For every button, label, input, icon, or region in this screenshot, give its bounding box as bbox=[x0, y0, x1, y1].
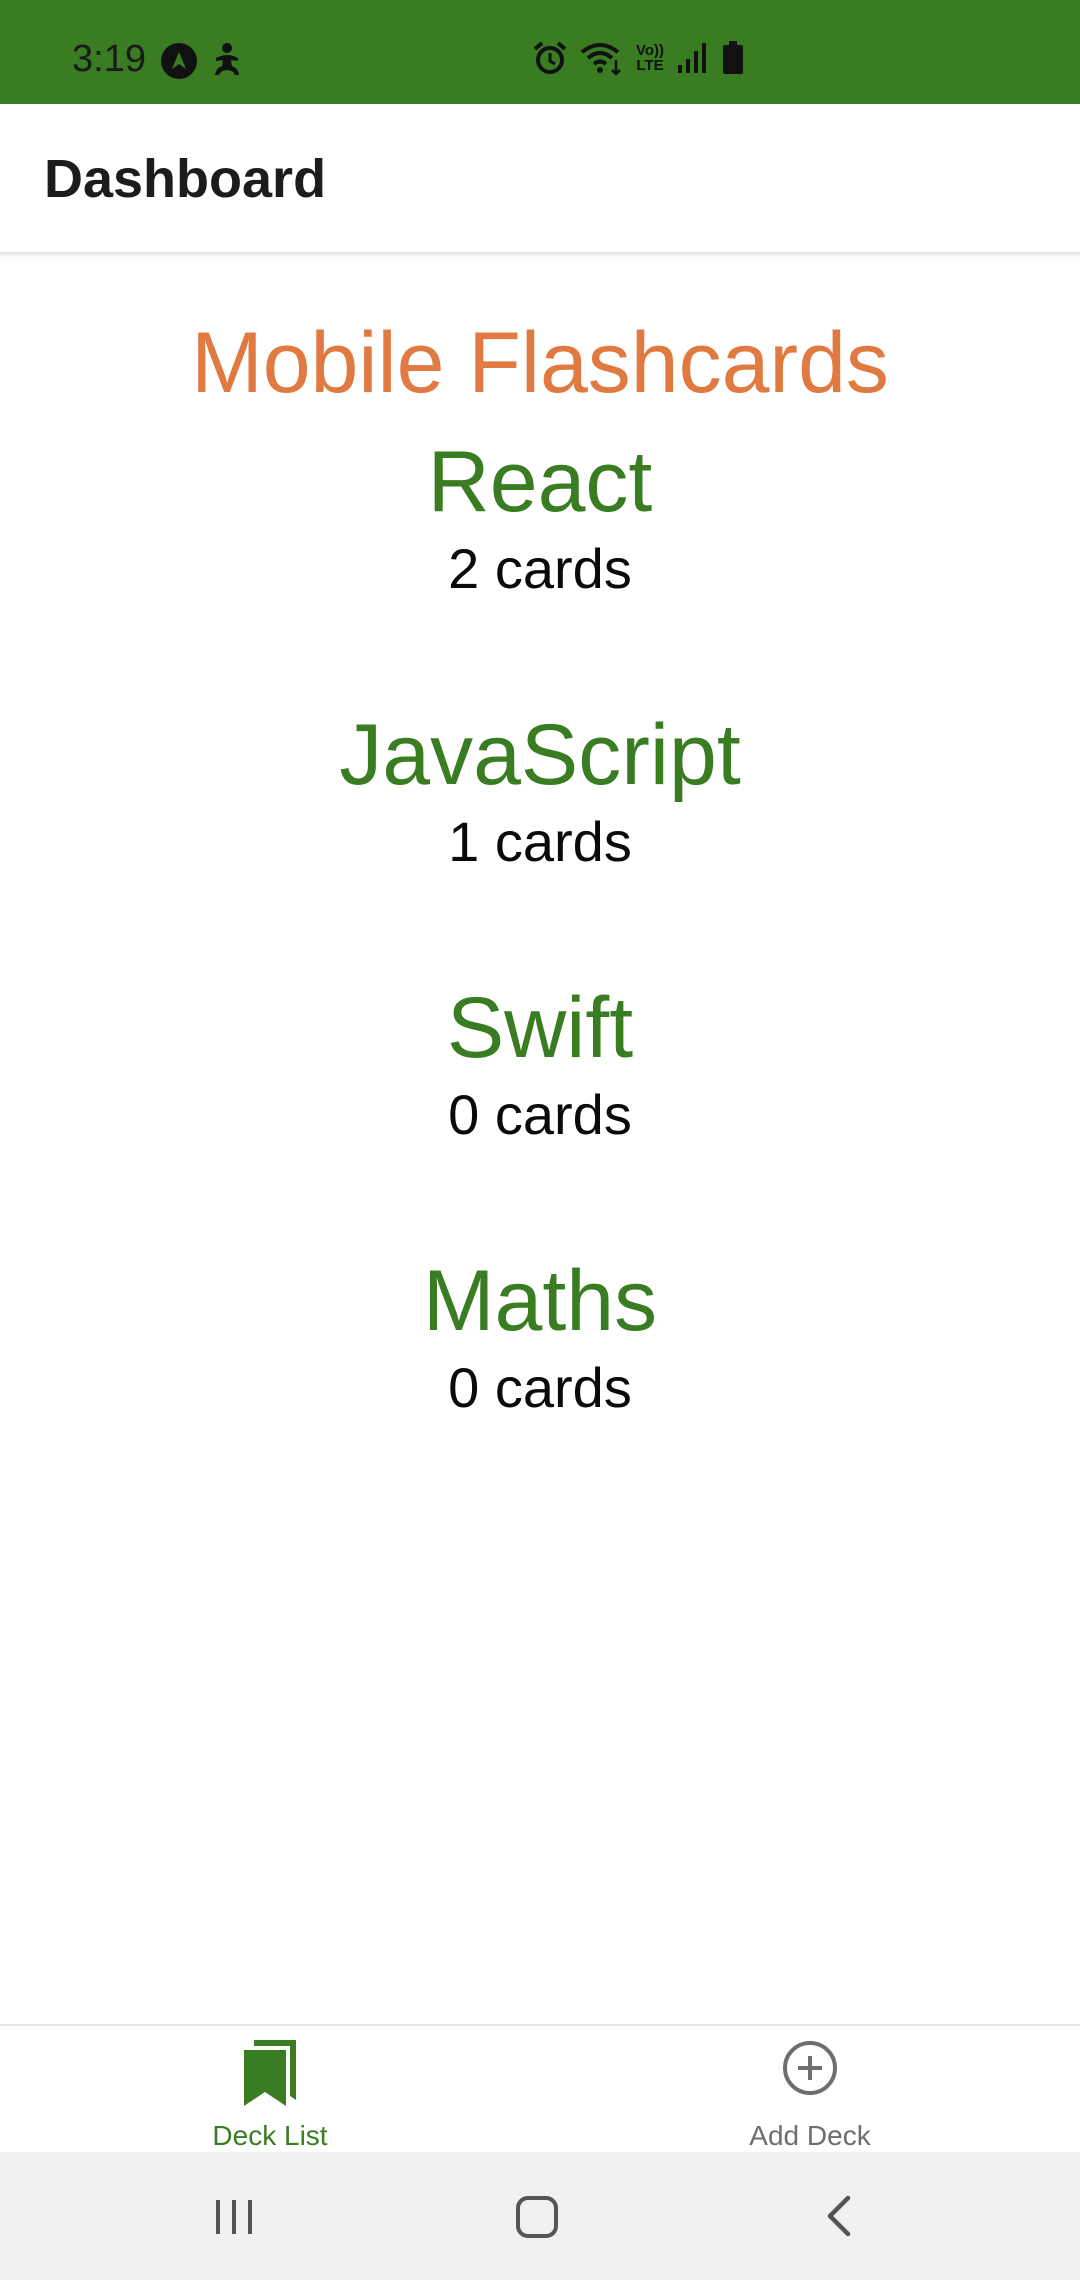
deck-item-javascript[interactable]: JavaScript 1 cards bbox=[0, 705, 1080, 978]
back-icon[interactable] bbox=[818, 2186, 862, 2251]
page-title: Dashboard bbox=[44, 149, 327, 209]
deck-item-maths[interactable]: Maths 0 cards bbox=[0, 1251, 1080, 1524]
home-icon[interactable] bbox=[512, 2186, 562, 2251]
bookmarks-icon bbox=[240, 2038, 300, 2113]
deck-item-swift[interactable]: Swift 0 cards bbox=[0, 978, 1080, 1251]
tab-deck-list[interactable]: Deck List bbox=[0, 2026, 540, 2154]
status-left-icons bbox=[160, 42, 242, 80]
recent-apps-icon[interactable] bbox=[212, 2186, 256, 2251]
main-content: Mobile Flashcards React 2 cards JavaScri… bbox=[0, 252, 1080, 2024]
tab-label: Deck List bbox=[212, 2120, 328, 2151]
status-right-icons: Vo)) LTE bbox=[532, 40, 744, 76]
wifi-icon bbox=[580, 40, 624, 76]
deck-card-count: 1 cards bbox=[448, 810, 632, 873]
accessibility-icon bbox=[212, 42, 242, 80]
status-time: 3:19 bbox=[72, 38, 146, 80]
alarm-icon bbox=[532, 40, 568, 76]
tab-label: Add Deck bbox=[749, 2120, 871, 2151]
signal-icon bbox=[676, 41, 710, 75]
volte-label-bottom: LTE bbox=[636, 57, 664, 74]
tab-add-deck[interactable]: Add Deck bbox=[540, 2026, 1080, 2154]
deck-card-count: 0 cards bbox=[448, 1083, 632, 1146]
deck-card-count: 2 cards bbox=[448, 537, 632, 600]
volte-label-top: Vo)) bbox=[636, 42, 665, 59]
bottom-tab-bar: Deck List Add Deck bbox=[0, 2024, 1080, 2154]
add-circle-icon bbox=[780, 2038, 840, 2103]
deck-title: Maths bbox=[422, 1253, 658, 1349]
deck-title: React bbox=[427, 434, 653, 530]
deck-title: Swift bbox=[446, 980, 634, 1076]
navigation-icon bbox=[160, 42, 198, 80]
deck-card-count: 0 cards bbox=[448, 1356, 632, 1419]
system-nav-bar bbox=[0, 2152, 1080, 2280]
deck-list: React 2 cards JavaScript 1 cards Swift 0… bbox=[0, 432, 1080, 1524]
deck-item-react[interactable]: React 2 cards bbox=[0, 432, 1080, 705]
battery-icon bbox=[722, 41, 744, 75]
deck-title: JavaScript bbox=[339, 707, 741, 803]
volte-icon: Vo)) LTE bbox=[636, 43, 664, 73]
status-bar: 3:19 Vo)) LTE bbox=[0, 0, 1080, 104]
app-header: Dashboard bbox=[0, 104, 1080, 253]
app-title: Mobile Flashcards bbox=[191, 315, 889, 411]
